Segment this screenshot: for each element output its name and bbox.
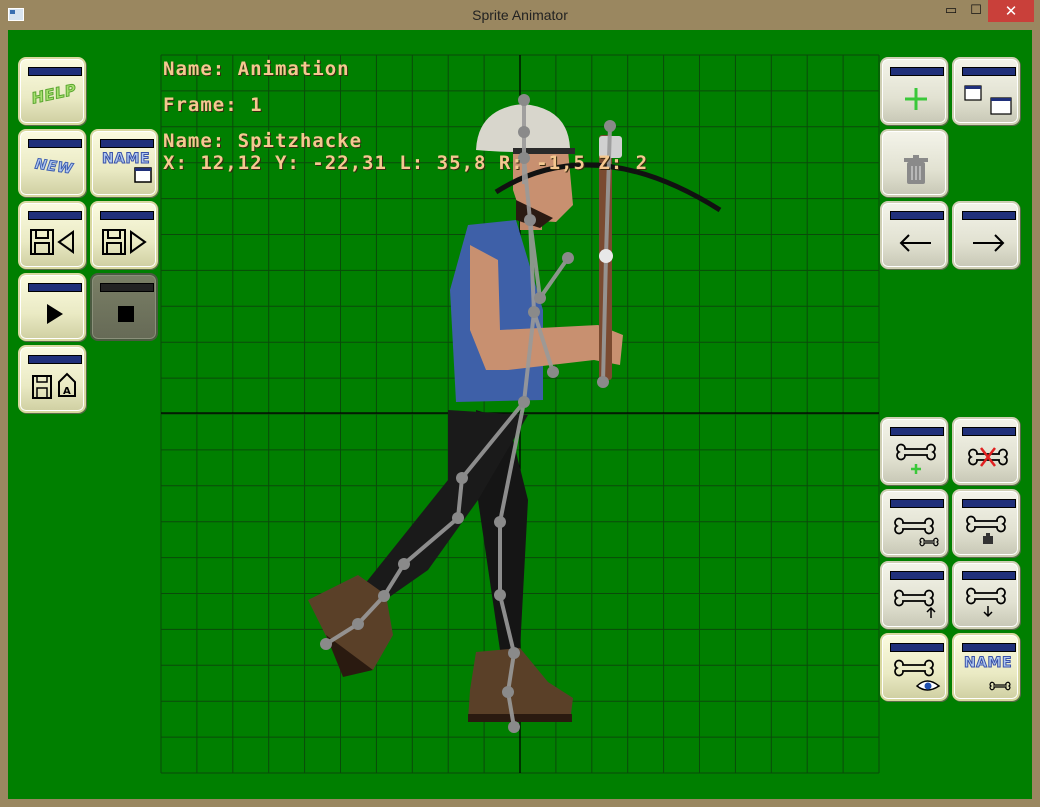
duplicate-frame-button[interactable] (952, 57, 1020, 125)
svg-text:A: A (63, 386, 71, 397)
new-label: NEW (33, 156, 75, 178)
load-animation-button[interactable] (18, 201, 86, 269)
stop-button[interactable] (90, 273, 158, 341)
bone-coordinates-text: X: 12,12 Y: -22,31 L: 35,8 R: -1,5 Z: 2 (163, 152, 649, 174)
windows-icon (964, 85, 1012, 115)
bone-name-text: Name: Spitzhacke (163, 130, 363, 152)
title-bar[interactable]: Sprite Animator ▭ ☐ ✕ (0, 0, 1040, 30)
frame-number-text: Frame: 1 (163, 94, 263, 116)
bone-up-icon (894, 589, 936, 618)
bone-image-button[interactable] (952, 489, 1020, 557)
next-frame-button[interactable] (952, 201, 1020, 269)
previous-frame-button[interactable] (880, 201, 948, 269)
rename-animation-button[interactable]: NAME (90, 129, 158, 197)
plus-icon (905, 88, 927, 110)
minimize-button[interactable]: ▭ (938, 0, 964, 22)
delete-frame-button[interactable] (880, 129, 948, 197)
bone-x-icon (968, 447, 1008, 467)
arrow-left-icon (899, 234, 931, 252)
bone-sprite-icon (894, 517, 939, 547)
export-sprite-icon: A (32, 372, 76, 399)
save-animation-button[interactable] (90, 201, 158, 269)
window-title: Sprite Animator (472, 7, 568, 23)
add-bone-button[interactable] (880, 417, 948, 485)
disk-save-icon (102, 229, 147, 255)
play-button[interactable] (18, 273, 86, 341)
arrow-right-icon (973, 234, 1005, 252)
editor-area: Name: Animation Frame: 1 Name: Spitzhack… (8, 30, 1032, 799)
animation-name-text: Name: Animation (163, 58, 350, 80)
bone-small-icon (989, 681, 1011, 691)
help-label: HELP (29, 80, 79, 108)
new-animation-button[interactable]: NEW (18, 129, 86, 197)
bone-down-icon (966, 587, 1006, 618)
bone-eye-icon (894, 659, 941, 691)
export-sprite-button[interactable]: A (18, 345, 86, 413)
close-button[interactable]: ✕ (988, 0, 1034, 22)
bone-image-icon (966, 515, 1006, 544)
animation-canvas[interactable] (8, 30, 1032, 799)
bone-sprite-button[interactable] (880, 489, 948, 557)
delete-bone-button[interactable] (952, 417, 1020, 485)
help-button[interactable]: HELP (18, 57, 86, 125)
app-window: Sprite Animator ▭ ☐ ✕ Name: Animation Fr… (0, 0, 1040, 807)
bone-visibility-button[interactable] (880, 633, 948, 701)
bone-plus-icon (896, 443, 936, 474)
disk-load-icon (30, 229, 74, 255)
bone-move-down-button[interactable] (952, 561, 1020, 629)
trash-icon (904, 155, 928, 184)
stop-icon (118, 306, 134, 322)
play-icon (47, 304, 63, 324)
bone-move-up-button[interactable] (880, 561, 948, 629)
window-small-icon (134, 167, 152, 183)
rename-bone-button[interactable]: NAME (952, 633, 1020, 701)
maximize-button[interactable]: ☐ (964, 0, 988, 22)
add-frame-button[interactable] (880, 57, 948, 125)
